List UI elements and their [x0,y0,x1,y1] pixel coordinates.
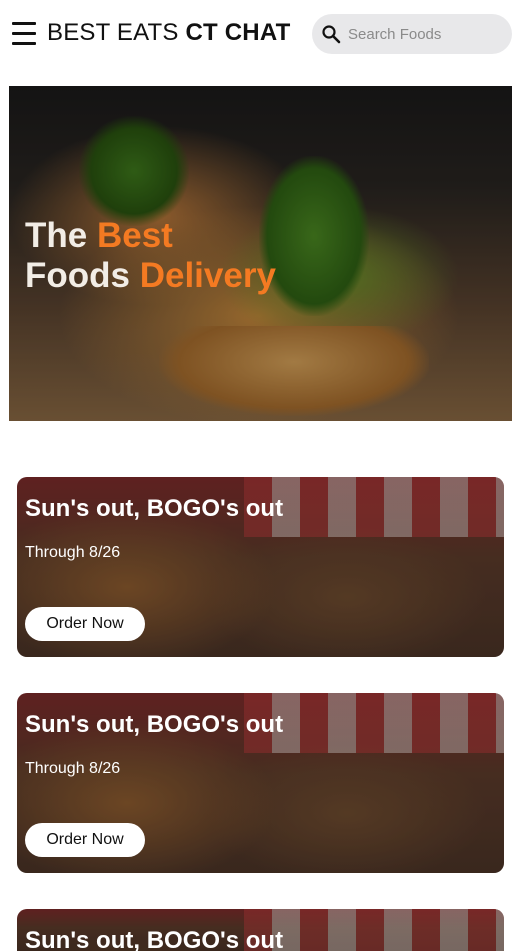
hero-bun-decoration [159,326,429,416]
promo-title: Sun's out, BOGO's out [25,711,284,738]
app-header: BEST EATS CT CHAT [0,0,524,70]
order-now-button[interactable]: Order Now [25,823,145,857]
hero-title-accent: Best [96,216,173,255]
brand-bold-text: CT CHAT [185,19,291,46]
search-icon [322,25,341,44]
promo-date: Through 8/26 [25,760,121,777]
search-bar[interactable] [312,14,512,54]
hamburger-menu-icon[interactable] [12,22,38,46]
hero-banner: The Best Foods Delivery [9,86,512,421]
hero-title: The Best Foods Delivery [25,216,276,296]
promo-title: Sun's out, BOGO's out [25,927,284,951]
promo-title: Sun's out, BOGO's out [25,495,284,522]
hero-title-accent: Delivery [139,256,276,295]
search-input[interactable] [348,14,504,54]
brand-logo[interactable]: BEST EATS CT CHAT [47,19,290,47]
hero-title-word: The [25,216,88,255]
hero-title-word: Foods [25,256,130,295]
promo-date: Through 8/26 [25,544,121,561]
hero-basil-decoration [79,116,189,226]
order-now-button[interactable]: Order Now [25,607,145,641]
promo-card[interactable]: Sun's out, BOGO's out Through 8/26 Order… [17,477,504,657]
promo-card[interactable]: Sun's out, BOGO's out Through 8/26 Order… [17,693,504,873]
promo-card[interactable]: Sun's out, BOGO's out [17,909,504,951]
brand-light-text: BEST EATS [47,19,179,46]
